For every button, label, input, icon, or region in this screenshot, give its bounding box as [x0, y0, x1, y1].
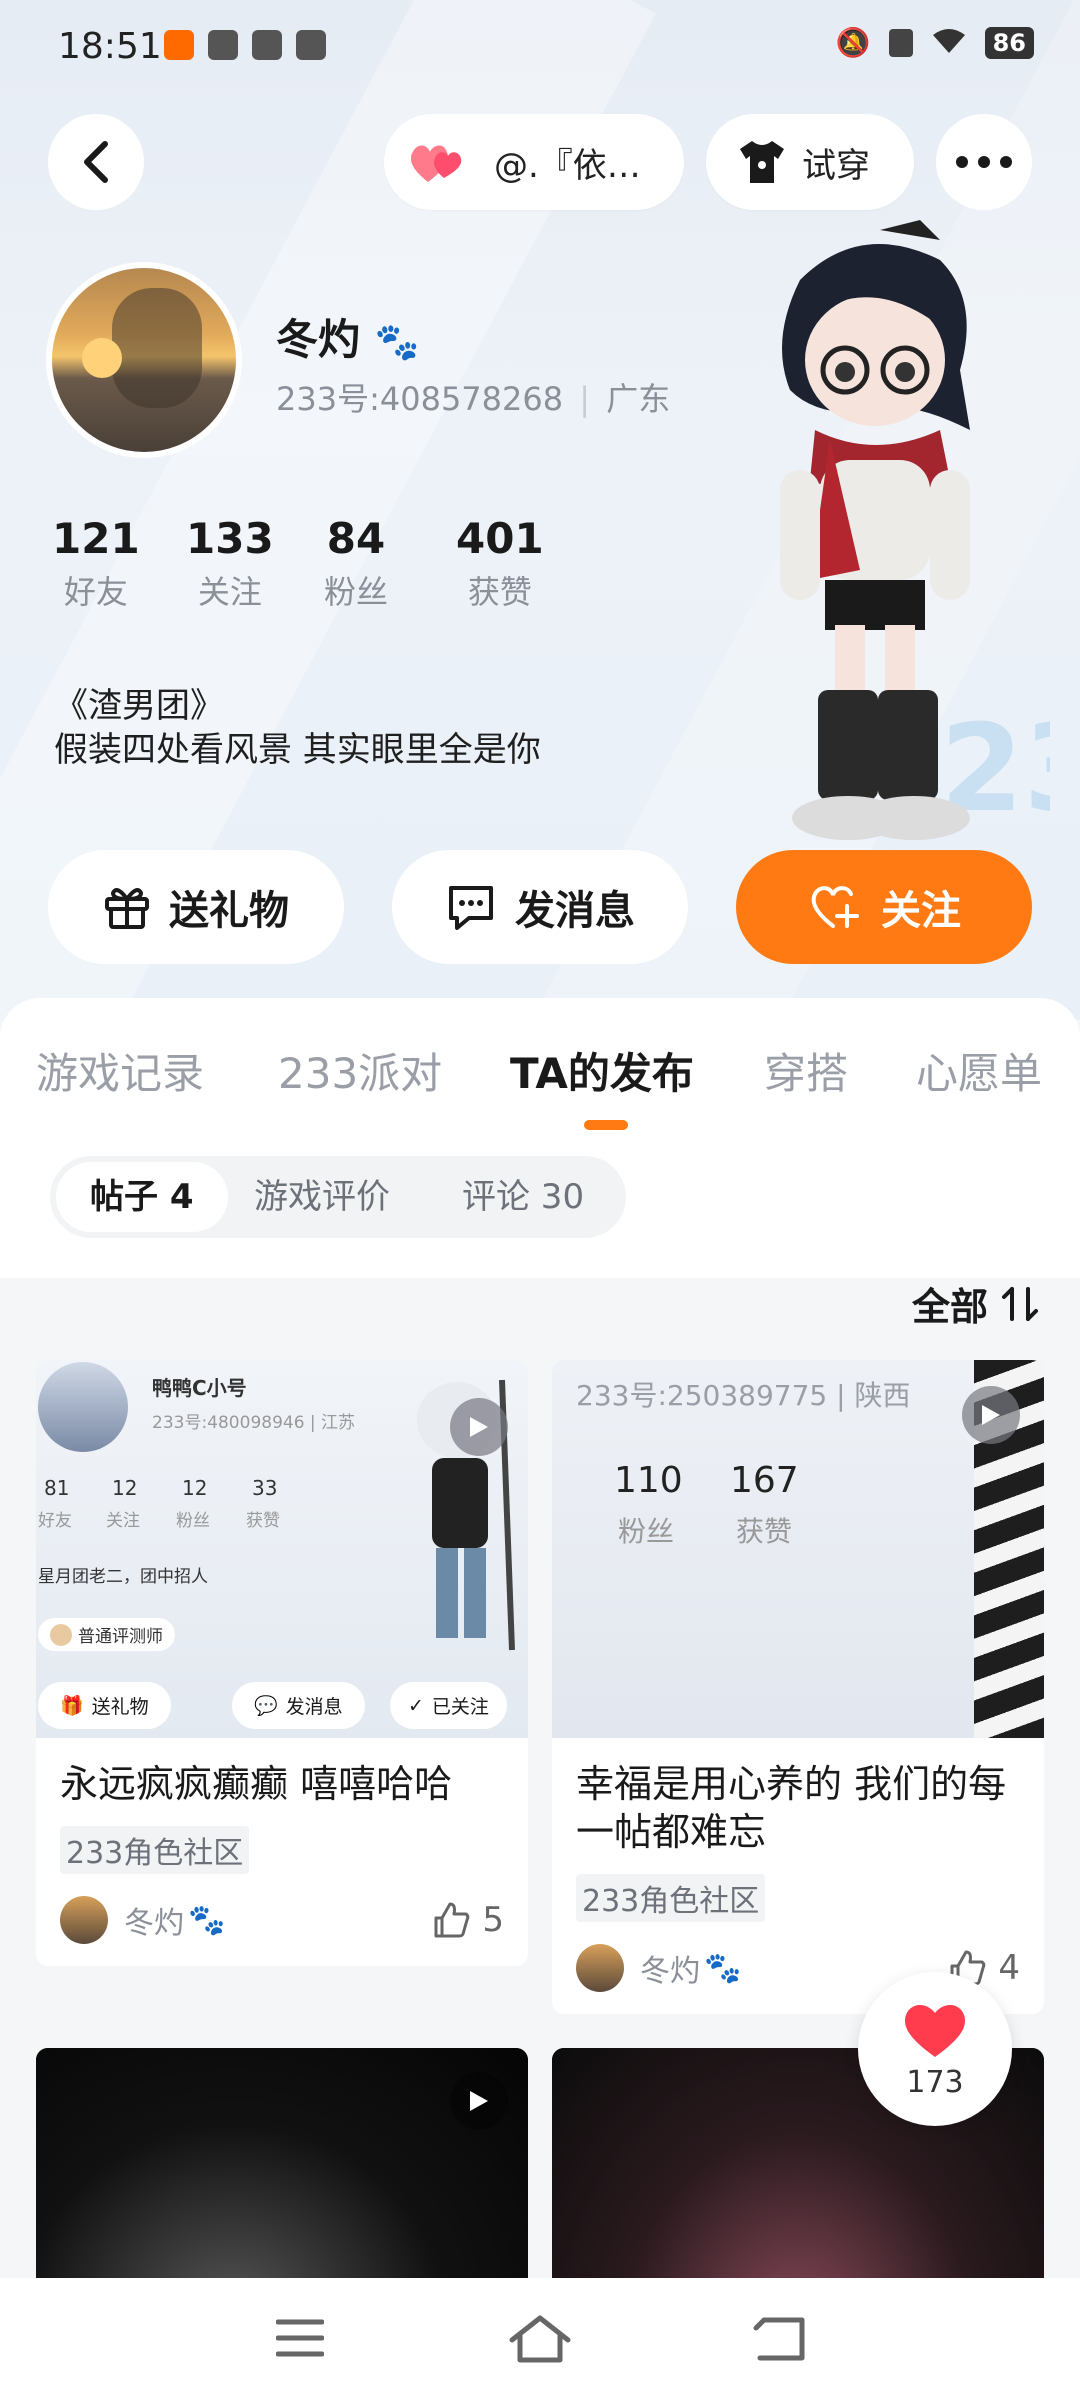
- stat-likes[interactable]: 401 获赞: [456, 514, 544, 613]
- preview-name: 鸭鸭C小号: [152, 1376, 247, 1400]
- sim-icon: [888, 28, 913, 57]
- paw-icon: 🐾: [188, 1902, 226, 1938]
- follow-label: 关注: [881, 888, 961, 934]
- companion-label: @.『依…: [494, 145, 641, 186]
- post-card-3[interactable]: [36, 2048, 528, 2288]
- avatar-character-figure[interactable]: 233: [710, 220, 1050, 860]
- more-button[interactable]: [936, 114, 1032, 210]
- send-message-button[interactable]: 发消息: [392, 850, 688, 964]
- post-likes-2: 4: [998, 1948, 1020, 1988]
- subtab-comments[interactable]: 评论 30: [428, 1156, 618, 1238]
- mute-icon: 🔕: [835, 26, 871, 59]
- companion-button[interactable]: @.『依…: [384, 114, 684, 210]
- post-thumbnail-2: 233号:250389775 | 陕西 110 粉丝 167 获赞: [552, 1360, 1044, 1738]
- author-avatar[interactable]: [60, 1896, 108, 1944]
- send-gift-label: 送礼物: [169, 888, 289, 934]
- tab-ta-posts[interactable]: TA的发布: [510, 1040, 694, 1101]
- notification-message-icon: [252, 30, 282, 60]
- video-play-icon: [450, 2072, 508, 2130]
- home-icon[interactable]: [508, 2314, 572, 2364]
- user-name: 冬灼 🐾: [276, 315, 420, 364]
- preview-gift-button: 🎁 送礼物: [38, 1682, 171, 1729]
- status-bar: 18:51 🔕 86: [0, 0, 1080, 96]
- battery-indicator: 86: [984, 26, 1034, 59]
- video-play-icon: [962, 1386, 1020, 1444]
- tshirt-icon: [740, 141, 784, 183]
- try-on-button[interactable]: 试穿: [706, 114, 914, 210]
- floating-like-button[interactable]: 173: [858, 1972, 1012, 2126]
- paw-icon: 🐾: [704, 1950, 742, 1986]
- video-play-icon: [450, 1398, 508, 1456]
- post-title-1: 永远疯疯癫癫 嘻嘻哈哈: [60, 1762, 453, 1806]
- back-nav-icon[interactable]: [752, 2316, 808, 2362]
- thumbs-up-icon[interactable]: [432, 1902, 470, 1938]
- bio-line-1: 《渣男团》: [54, 686, 224, 726]
- preview-id: 233号:250389775 | 陕西: [576, 1379, 911, 1412]
- chat-bubble-icon: 💬: [254, 1695, 278, 1717]
- post-likes-1: 5: [482, 1900, 504, 1940]
- notification-app-icon: [164, 30, 194, 60]
- heart-icon: [905, 2004, 965, 2057]
- hearts-icon: [410, 145, 462, 182]
- gift-icon: [105, 888, 149, 929]
- notification-media-icon: [296, 30, 326, 60]
- stat-following[interactable]: 133 关注: [186, 514, 274, 613]
- bio-line-2: 假装四处看风景 其实眼里全是你: [54, 730, 541, 770]
- author-avatar[interactable]: [576, 1944, 624, 1992]
- gift-icon: 🎁: [60, 1695, 84, 1717]
- menu-icon[interactable]: [276, 2318, 324, 2358]
- tab-outfits[interactable]: 穿搭: [764, 1040, 848, 1101]
- preview-message-button: 💬 发消息: [232, 1682, 365, 1729]
- sort-icon: [1002, 1286, 1038, 1321]
- tab-233-party[interactable]: 233派对: [278, 1040, 442, 1101]
- post-tag-2[interactable]: 233角色社区: [576, 1874, 766, 1922]
- author-name[interactable]: 冬灼: [640, 1946, 700, 1990]
- notification-vivo-icon: [208, 30, 238, 60]
- send-message-label: 发消息: [515, 888, 635, 934]
- preview-followed-button: ✓ 已关注: [390, 1682, 507, 1729]
- post-card-1[interactable]: 鸭鸭C小号 233号:480098946 | 江苏 81 好友 12 关注 12…: [36, 1360, 528, 1966]
- preview-id: 233号:480098946 | 江苏: [152, 1413, 356, 1433]
- try-on-label: 试穿: [802, 145, 870, 186]
- preview-badge: 普通评测师: [38, 1618, 175, 1651]
- post-tag-1[interactable]: 233角色社区: [60, 1826, 250, 1874]
- check-icon: ✓: [408, 1694, 424, 1717]
- subtab-posts[interactable]: 帖子 4: [56, 1162, 228, 1232]
- heart-plus-icon: [811, 886, 859, 928]
- active-tab-indicator: [584, 1120, 628, 1130]
- post-meta-1: 冬灼 🐾 5: [36, 1874, 528, 1966]
- preview-avatar: [38, 1362, 128, 1452]
- chat-bubble-icon: [449, 886, 493, 930]
- post-card-2[interactable]: 233号:250389775 | 陕西 110 粉丝 167 获赞 幸福是用心养…: [552, 1360, 1044, 2014]
- send-gift-button[interactable]: 送礼物: [48, 850, 344, 964]
- stat-fans[interactable]: 84 粉丝: [324, 514, 388, 613]
- author-name[interactable]: 冬灼: [124, 1898, 184, 1942]
- paw-icon: 🐾: [374, 322, 420, 363]
- back-button[interactable]: [48, 114, 144, 210]
- post-title-2: 幸福是用心养的 我们的每一帖都难忘: [576, 1762, 1007, 1854]
- sort-label: 全部: [911, 1285, 988, 1329]
- back-arrow-icon: [84, 141, 108, 183]
- stat-friends[interactable]: 121 好友: [52, 514, 140, 613]
- status-time: 18:51: [58, 26, 162, 67]
- user-id: 233号:408578268: [276, 380, 564, 418]
- user-avatar[interactable]: [46, 262, 242, 458]
- badge-avatar-icon: [50, 1623, 72, 1646]
- sort-filter[interactable]: 全部: [912, 1276, 1040, 1331]
- system-navigation-bar: [0, 2278, 1080, 2404]
- tab-wishlist[interactable]: 心愿单: [916, 1040, 1042, 1101]
- user-id-line: 233号:408578268 | 广东: [276, 380, 671, 418]
- post-thumbnail-1: 鸭鸭C小号 233号:480098946 | 江苏 81 好友 12 关注 12…: [36, 1360, 528, 1738]
- subtab-game-reviews[interactable]: 游戏评价: [220, 1156, 424, 1238]
- subtab-group: 帖子 4 游戏评价 评论 30: [50, 1156, 626, 1238]
- more-dots-icon: [956, 156, 1012, 168]
- tab-game-records[interactable]: 游戏记录: [36, 1040, 204, 1101]
- follow-button[interactable]: 关注: [736, 850, 1032, 964]
- wifi-icon: [931, 27, 967, 59]
- user-region: 广东: [606, 380, 671, 418]
- floating-like-count: 173: [906, 2064, 964, 2100]
- preview-bio: 星月团老二，团中招人: [38, 1567, 208, 1587]
